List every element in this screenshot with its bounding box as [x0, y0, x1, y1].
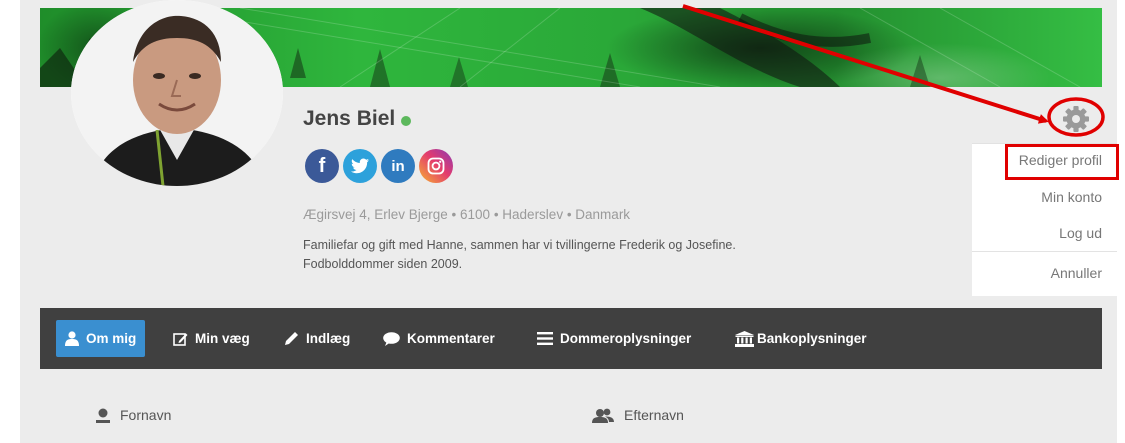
bank-icon: [735, 330, 754, 347]
linkedin-icon[interactable]: in: [381, 149, 415, 183]
list-icon: [537, 332, 553, 345]
tab-label: Min væg: [195, 331, 250, 346]
tab-label: Bankoplysninger: [757, 331, 867, 346]
menu-item-my-account[interactable]: Min konto: [1041, 189, 1102, 205]
last-name-label-text: Efternavn: [624, 407, 684, 423]
pencil-icon: [284, 331, 299, 346]
tab-dommeroplysninger[interactable]: Dommeroplysninger: [537, 320, 691, 357]
profile-name-row: Jens Biel: [303, 107, 412, 131]
menu-item-cancel[interactable]: Annuller: [1051, 265, 1102, 281]
edit-icon: [173, 332, 188, 346]
users-icon: [592, 408, 614, 423]
social-links: f in: [305, 149, 453, 183]
menu-divider: [972, 251, 1117, 252]
avatar[interactable]: [71, 0, 283, 186]
tab-kommentarer[interactable]: Kommentarer: [383, 320, 495, 357]
last-name-label: Efternavn: [592, 407, 684, 423]
first-name-label: Fornavn: [96, 407, 171, 423]
tab-indlaeg[interactable]: Indlæg: [284, 320, 350, 357]
menu-item-log-out[interactable]: Log ud: [1059, 225, 1102, 241]
profile-address: Ægirsvej 4, Erlev Bjerge • 6100 • Haders…: [303, 207, 631, 222]
twitter-icon[interactable]: [343, 149, 377, 183]
comment-icon: [383, 331, 400, 346]
instagram-icon[interactable]: [419, 149, 453, 183]
tab-label: Om mig: [86, 331, 137, 346]
tab-bankoplysninger[interactable]: Bankoplysninger: [735, 320, 867, 357]
profile-name: Jens Biel: [303, 107, 396, 130]
tab-label: Indlæg: [306, 331, 351, 346]
bio-line: Familiefar og gift med Hanne, sammen har…: [303, 238, 736, 252]
first-name-label-text: Fornavn: [120, 407, 172, 423]
user-icon: [96, 408, 110, 423]
profile-bio: Familiefar og gift med Hanne, sammen har…: [303, 236, 903, 274]
profile-nav-bar: Om mig Min væg Indlæg Kommentarer Dommer…: [40, 308, 1102, 369]
online-status-icon: [401, 115, 412, 126]
facebook-icon[interactable]: f: [305, 149, 339, 183]
tab-label: Dommeroplysninger: [560, 331, 692, 346]
tab-om-mig[interactable]: Om mig: [56, 320, 146, 357]
gear-icon[interactable]: [1061, 104, 1091, 134]
tab-label: Kommentarer: [407, 331, 495, 346]
bio-line: Fodbolddommer siden 2009.: [303, 257, 463, 271]
tab-min-vaeg[interactable]: Min væg: [173, 320, 250, 357]
highlight-edit-profile: [1005, 144, 1119, 180]
user-icon: [65, 331, 79, 346]
profile-page: Jens Biel f in Ægirsvej 4, Erlev Bjerge …: [0, 0, 1125, 443]
